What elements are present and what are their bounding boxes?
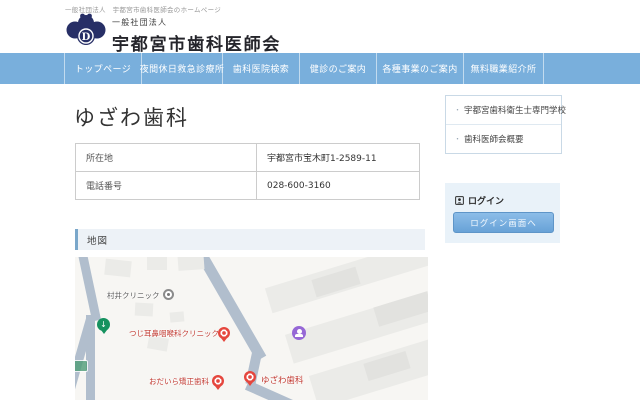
org-name: 宇都宮市歯科医師会 xyxy=(112,35,282,55)
nav-item-emergency-clinic[interactable]: 夜間休日救急診療所 xyxy=(140,53,224,84)
login-person-icon xyxy=(455,196,464,205)
map-building xyxy=(104,258,132,278)
map-building xyxy=(169,311,185,323)
table-row: 所在地 宇都宮市宝木町1-2589-11 xyxy=(75,143,420,172)
main-nav: トップページ 夜間休日救急診療所 歯科医院検索 健診のご案内 各種事業のご案内 … xyxy=(0,53,640,84)
bullet-icon: ・ xyxy=(454,106,461,114)
login-button[interactable]: ログイン画面へ xyxy=(453,212,554,233)
nav-item-services-info[interactable]: 各種事業のご案内 xyxy=(376,53,463,84)
road-route-badge xyxy=(75,360,88,372)
map-road xyxy=(78,257,102,322)
address-label: 所在地 xyxy=(75,143,257,172)
poi-label-murai-clinic[interactable]: 村井クリニック xyxy=(107,290,160,301)
nav-item-job-agency[interactable]: 無料職業紹介所 xyxy=(463,53,544,84)
poi-label-odaira-orthodontics[interactable]: おだいら矯正歯科 xyxy=(149,376,209,387)
svg-text:D: D xyxy=(82,32,91,43)
nav-item-checkup-info[interactable]: 健診のご案内 xyxy=(299,53,376,84)
map-canvas[interactable]: 村井クリニック ↓ つじ耳鼻咽喉科クリニック おだいら矯正歯科 ゆざわ歯科 xyxy=(75,257,428,400)
brand-block: 一般社団法人 宇都宮市歯科医師会 xyxy=(112,17,281,55)
nav-item-clinic-search[interactable]: 歯科医院検索 xyxy=(222,53,299,84)
generic-poi-marker[interactable] xyxy=(163,289,174,300)
purple-poi-marker[interactable] xyxy=(292,326,306,340)
poi-label-yuzawa-dental[interactable]: ゆざわ歯科 xyxy=(261,374,304,386)
phone-value: 028-600-3160 xyxy=(256,171,420,200)
sidebar-link-label: 宇都宮歯科衛生士専門学校 xyxy=(464,106,567,116)
org-type: 一般社団法人 xyxy=(112,18,168,27)
clinic-info-table: 所在地 宇都宮市宝木町1-2589-11 電話番号 028-600-3160 xyxy=(75,143,420,200)
map-road xyxy=(194,257,267,362)
medical-poi-marker-yuzawa[interactable] xyxy=(244,371,256,386)
sidebar-item-hygienist-school[interactable]: ・ 宇都宮歯科衛生士専門学校 xyxy=(446,96,566,124)
map-building xyxy=(134,302,154,317)
sidebar-item-association-overview[interactable]: ・ 歯科医師会概要 xyxy=(446,124,561,153)
address-value: 宇都宮市宝木町1-2589-11 xyxy=(256,143,420,172)
phone-label: 電話番号 xyxy=(75,171,257,200)
map-section-heading: 地図 xyxy=(75,229,425,250)
nav-item-top-page[interactable]: トップページ xyxy=(64,53,141,84)
login-title-text: ログイン xyxy=(468,197,505,207)
login-panel: ログイン ログイン画面へ xyxy=(445,183,560,243)
poi-label-tsuji-ent-clinic[interactable]: つじ耳鼻咽喉科クリニック xyxy=(129,328,219,339)
sidebar-links-box: ・ 宇都宮歯科衛生士専門学校 ・ 歯科医師会概要 xyxy=(445,95,566,154)
green-arrow-marker[interactable]: ↓ xyxy=(97,318,110,334)
dental-association-logo-icon: D xyxy=(66,13,106,45)
login-title: ログイン xyxy=(455,194,560,207)
map-building xyxy=(177,257,205,271)
sidebar-link-label: 歯科医師会概要 xyxy=(464,135,524,145)
bullet-icon: ・ xyxy=(454,135,461,143)
medical-poi-marker[interactable] xyxy=(212,375,224,390)
medical-poi-marker[interactable] xyxy=(218,327,230,342)
page: 一般社団法人 宇都宮市歯科医師会のホームページ D 一般社団法人 宇都宮市歯科医… xyxy=(0,0,640,400)
map-building xyxy=(147,257,167,270)
page-title: ゆざわ歯科 xyxy=(74,106,189,130)
table-row: 電話番号 028-600-3160 xyxy=(75,171,420,200)
